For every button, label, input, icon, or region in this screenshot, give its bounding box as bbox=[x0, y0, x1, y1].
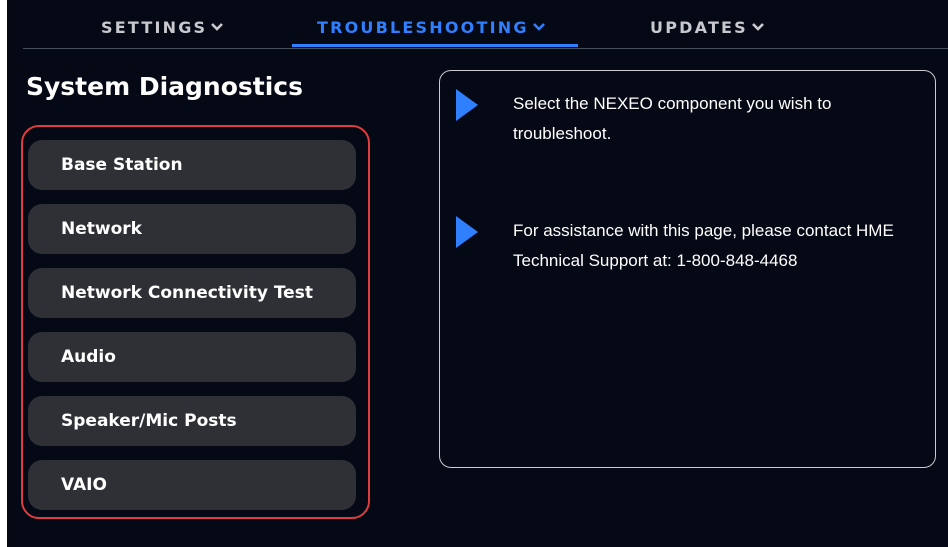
chevron-down-icon bbox=[211, 22, 224, 31]
diagnostics-list: Base Station Network Network Connectivit… bbox=[28, 140, 356, 524]
top-nav: SETTINGS TROUBLESHOOTING UPDATES bbox=[23, 0, 948, 49]
nav-settings[interactable]: SETTINGS bbox=[101, 18, 224, 37]
app-screen: SETTINGS TROUBLESHOOTING UPDATES System … bbox=[7, 0, 948, 547]
info-text-support: For assistance with this page, please co… bbox=[513, 221, 894, 270]
nav-troubleshooting[interactable]: TROUBLESHOOTING bbox=[317, 18, 546, 37]
nav-updates-label: UPDATES bbox=[650, 18, 748, 37]
nav-updates[interactable]: UPDATES bbox=[650, 18, 765, 37]
audio-button[interactable]: Audio bbox=[28, 332, 356, 382]
speaker-mic-posts-button[interactable]: Speaker/Mic Posts bbox=[28, 396, 356, 446]
play-arrow-icon bbox=[456, 89, 478, 121]
chevron-down-icon bbox=[752, 22, 764, 31]
base-station-button[interactable]: Base Station bbox=[28, 140, 356, 190]
network-button[interactable]: Network bbox=[28, 204, 356, 254]
nav-troubleshooting-label: TROUBLESHOOTING bbox=[317, 18, 529, 37]
info-text-select: Select the NEXEO component you wish to t… bbox=[513, 94, 832, 143]
network-connectivity-test-button[interactable]: Network Connectivity Test bbox=[28, 268, 356, 318]
vaio-button[interactable]: VAIO bbox=[28, 460, 356, 510]
play-arrow-icon bbox=[456, 216, 478, 248]
chevron-down-icon bbox=[532, 22, 545, 31]
page-title: System Diagnostics bbox=[26, 72, 304, 101]
nav-settings-label: SETTINGS bbox=[101, 18, 208, 37]
info-panel: Select the NEXEO component you wish to t… bbox=[439, 70, 936, 468]
active-tab-indicator bbox=[292, 44, 578, 47]
